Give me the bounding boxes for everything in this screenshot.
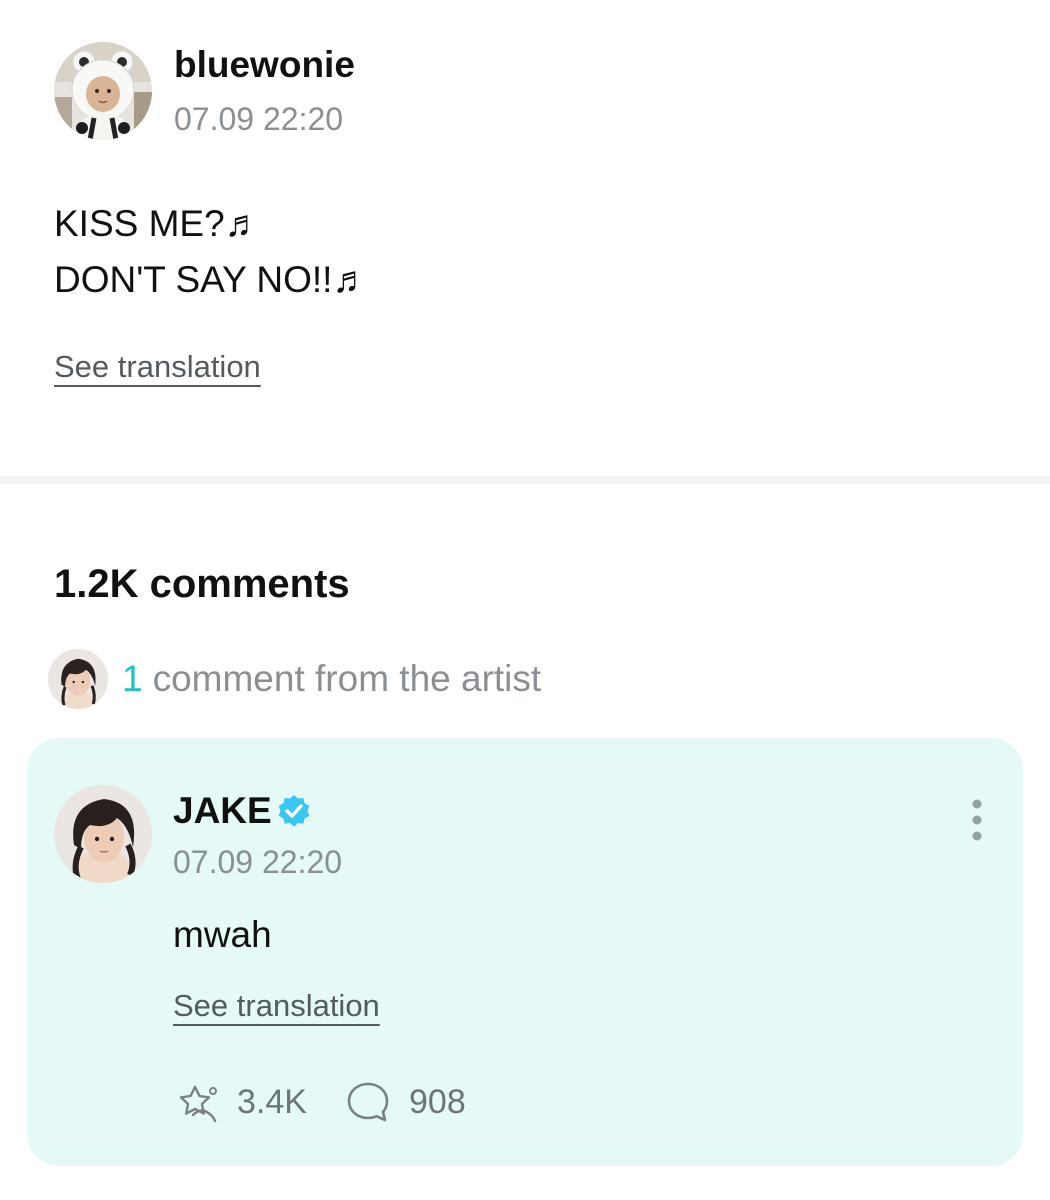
reply-count: 908 — [409, 1082, 466, 1121]
artist-comments-filter[interactable]: 1 comment from the artist — [48, 648, 541, 710]
post-author-avatar[interactable] — [54, 42, 152, 140]
comment-bubble-icon — [347, 1082, 389, 1122]
comment-author[interactable]: JAKE — [173, 790, 312, 832]
more-options-icon[interactable] — [962, 796, 992, 844]
section-divider — [0, 476, 1050, 484]
artist-comment-label: comment from the artist — [152, 658, 542, 699]
like-button[interactable]: 3.4K — [173, 1078, 307, 1126]
post-body-line: DON'T SAY NO!!♬ — [54, 259, 370, 300]
comments-count: 1.2K comments — [54, 562, 350, 606]
avatar-image — [48, 649, 108, 709]
verified-badge-icon — [278, 795, 310, 827]
comment-author-name: JAKE — [173, 790, 272, 831]
artist-comment-card: JAKE 07.09 22:20 mwah See translation 3.… — [27, 738, 1023, 1166]
post-body-line: KISS ME?♬ — [54, 203, 262, 244]
avatar-image — [54, 42, 152, 140]
reply-button[interactable]: 908 — [345, 1078, 466, 1126]
artist-comment-count: 1 — [122, 658, 143, 699]
post-body: KISS ME?♬ DON'T SAY NO!!♬ — [54, 196, 369, 308]
like-count: 3.4K — [237, 1082, 307, 1121]
see-translation-link[interactable]: See translation — [173, 988, 380, 1024]
post-timestamp: 07.09 22:20 — [174, 101, 344, 137]
see-translation-link[interactable]: See translation — [54, 349, 261, 385]
comment-text: mwah — [173, 914, 272, 955]
artist-avatar — [48, 649, 108, 709]
like-icon — [179, 1085, 217, 1123]
comment-author-avatar[interactable] — [54, 785, 152, 883]
avatar-image — [54, 785, 152, 883]
post-author-name[interactable]: bluewonie — [174, 44, 355, 86]
post: bluewonie 07.09 22:20 KISS ME?♬ DON'T SA… — [0, 0, 1050, 478]
comment-timestamp: 07.09 22:20 — [173, 844, 343, 880]
